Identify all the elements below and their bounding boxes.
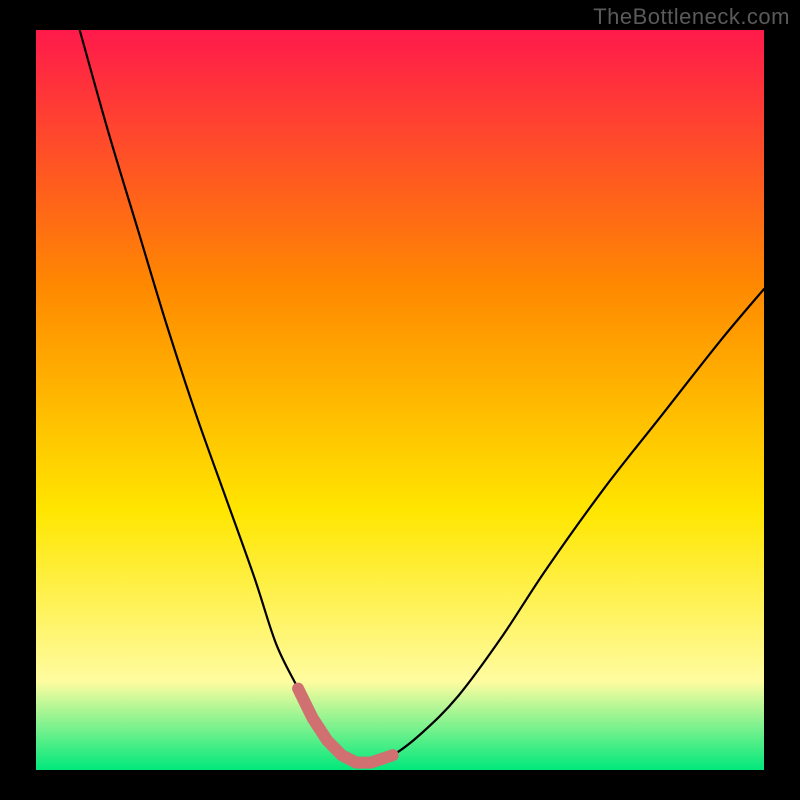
- chart-frame: TheBottleneck.com: [0, 0, 800, 800]
- plot-area: [36, 30, 764, 770]
- chart-svg: [36, 30, 764, 770]
- gradient-background: [36, 30, 764, 770]
- watermark-text: TheBottleneck.com: [593, 4, 790, 30]
